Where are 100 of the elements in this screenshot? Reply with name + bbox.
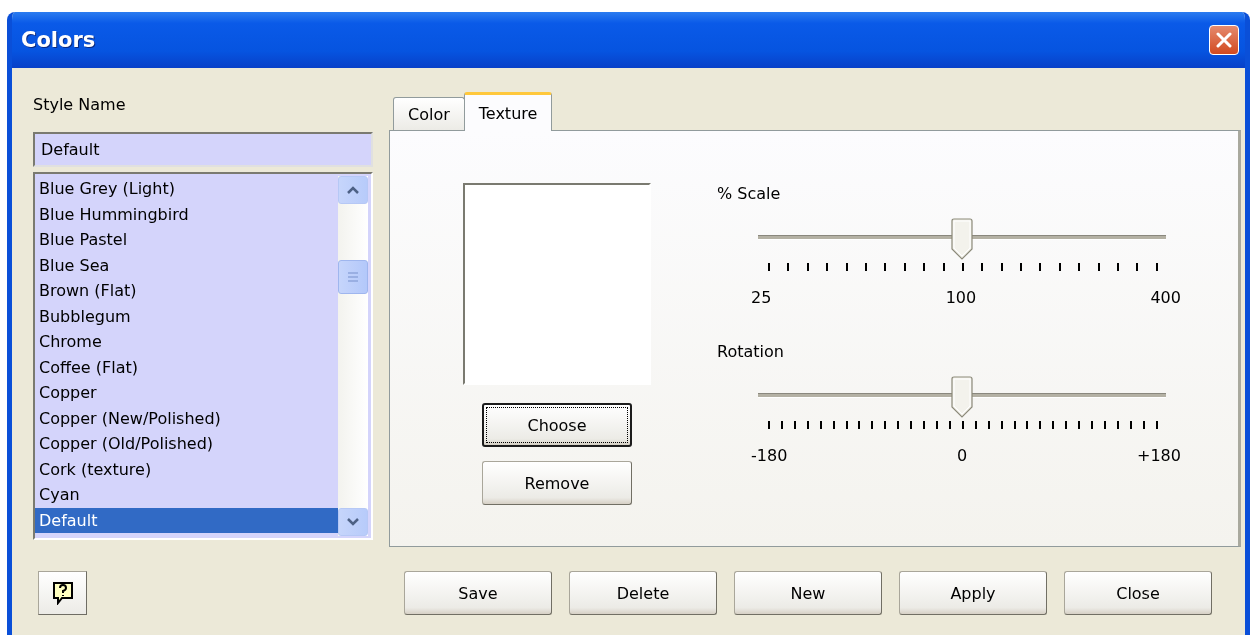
list-item[interactable]: Chrome <box>35 329 338 355</box>
dialog-button[interactable]: Delete <box>569 571 717 615</box>
tick-mark <box>871 421 874 429</box>
tick-label: -180 <box>751 446 788 465</box>
tick-label: 100 <box>945 288 977 307</box>
scrollbar[interactable] <box>338 176 368 536</box>
tick-mark <box>1065 421 1068 429</box>
tick-mark <box>1000 421 1003 429</box>
caret-down-icon <box>347 518 359 526</box>
tick-mark <box>1097 263 1100 271</box>
list-item[interactable]: Copper <box>35 380 338 406</box>
tick-label: 25 <box>751 288 772 307</box>
tick-mark <box>981 263 984 271</box>
tick-mark <box>1058 263 1061 271</box>
tick-mark <box>1020 263 1023 271</box>
tick-mark <box>942 263 945 271</box>
tick-mark <box>768 421 770 429</box>
tick-mark <box>1000 263 1003 271</box>
dialog-button[interactable]: New <box>734 571 882 615</box>
slider-thumb[interactable] <box>951 218 973 260</box>
tick-mark <box>910 421 913 429</box>
close-button[interactable] <box>1209 25 1239 55</box>
tick-mark <box>1155 421 1158 429</box>
window-title: Colors <box>21 28 96 52</box>
list-item[interactable]: Bubblegum <box>35 303 338 329</box>
dialog-button[interactable]: Close <box>1064 571 1212 615</box>
tick-mark <box>806 421 809 429</box>
scroll-up-button[interactable] <box>338 176 368 204</box>
style-name-field[interactable]: Default <box>33 132 373 167</box>
list-item[interactable]: Blue Grey (Light) <box>35 176 338 202</box>
list-item[interactable]: Blue Hummingbird <box>35 201 338 227</box>
slider-label: Rotation <box>717 341 785 363</box>
tick-mark <box>961 421 964 429</box>
tick-mark <box>948 421 951 429</box>
list-item[interactable]: Coffee (Flat) <box>35 354 338 380</box>
tick-mark <box>903 263 906 271</box>
tick-mark <box>974 421 977 429</box>
tick-mark <box>1103 421 1106 429</box>
tick-mark <box>936 421 938 429</box>
tick-mark <box>806 263 809 271</box>
tick-mark <box>858 421 861 429</box>
grip-icon <box>347 271 359 283</box>
tick-mark <box>884 263 887 271</box>
tick-mark <box>1117 263 1120 271</box>
tick-label: 0 <box>957 446 968 465</box>
scrollbar-thumb[interactable] <box>338 260 368 294</box>
field-label: Style Name <box>33 94 127 116</box>
tick-label: +180 <box>1137 446 1181 465</box>
tick-mark <box>845 421 848 429</box>
slider-label: % Scale <box>717 183 782 205</box>
tick-mark <box>845 263 848 271</box>
tick-mark <box>787 263 790 271</box>
list-item[interactable]: Default <box>35 507 338 533</box>
help-icon <box>51 581 74 605</box>
choose-button[interactable]: Choose <box>482 403 632 447</box>
tab[interactable]: Color <box>393 97 465 130</box>
tick-mark <box>1078 421 1081 429</box>
list-item[interactable]: Cyan <box>35 482 338 508</box>
close-icon <box>1216 32 1232 48</box>
tick-mark <box>1013 421 1016 429</box>
dialog-button[interactable]: Save <box>404 571 552 615</box>
tick-mark <box>826 263 829 271</box>
dialog-button[interactable]: Apply <box>899 571 1047 615</box>
remove-button[interactable]: Remove <box>482 461 632 505</box>
tick-label: 400 <box>1150 288 1181 307</box>
scroll-down-button[interactable] <box>338 508 368 536</box>
slider-thumb[interactable] <box>951 376 973 418</box>
tick-mark <box>780 421 783 429</box>
tick-mark <box>793 421 796 429</box>
tick-mark <box>1116 421 1119 429</box>
list-item[interactable]: Blue Pastel <box>35 227 338 253</box>
tick-mark <box>1155 263 1158 271</box>
list-item[interactable]: Copper (Old/Polished) <box>35 431 338 457</box>
slider[interactable] <box>758 215 1166 259</box>
tick-mark <box>1052 421 1055 429</box>
help-button[interactable] <box>38 571 87 615</box>
list-item[interactable]: Cork (texture) <box>35 456 338 482</box>
list-item[interactable]: Blue Sea <box>35 252 338 278</box>
list-item[interactable]: Brown (Flat) <box>35 278 338 304</box>
tick-mark <box>923 421 926 429</box>
tick-mark <box>1136 263 1139 271</box>
tick-mark <box>768 263 770 271</box>
tick-mark <box>961 263 964 271</box>
tick-mark <box>864 263 867 271</box>
tick-mark <box>1026 421 1029 429</box>
tick-mark <box>1142 421 1145 429</box>
tick-mark <box>897 421 900 429</box>
tick-mark <box>1078 263 1081 271</box>
tick-mark <box>1039 421 1042 429</box>
tick-mark <box>819 421 822 429</box>
list-item[interactable]: Copper (New/Polished) <box>35 405 338 431</box>
tick-mark <box>832 421 835 429</box>
slider[interactable] <box>758 373 1166 417</box>
tick-mark <box>1039 263 1042 271</box>
tick-mark <box>1091 421 1094 429</box>
tick-mark <box>923 263 926 271</box>
tick-mark <box>1129 421 1132 429</box>
tick-mark <box>987 421 990 429</box>
tab[interactable]: Texture <box>463 92 553 131</box>
tick-mark <box>884 421 887 429</box>
